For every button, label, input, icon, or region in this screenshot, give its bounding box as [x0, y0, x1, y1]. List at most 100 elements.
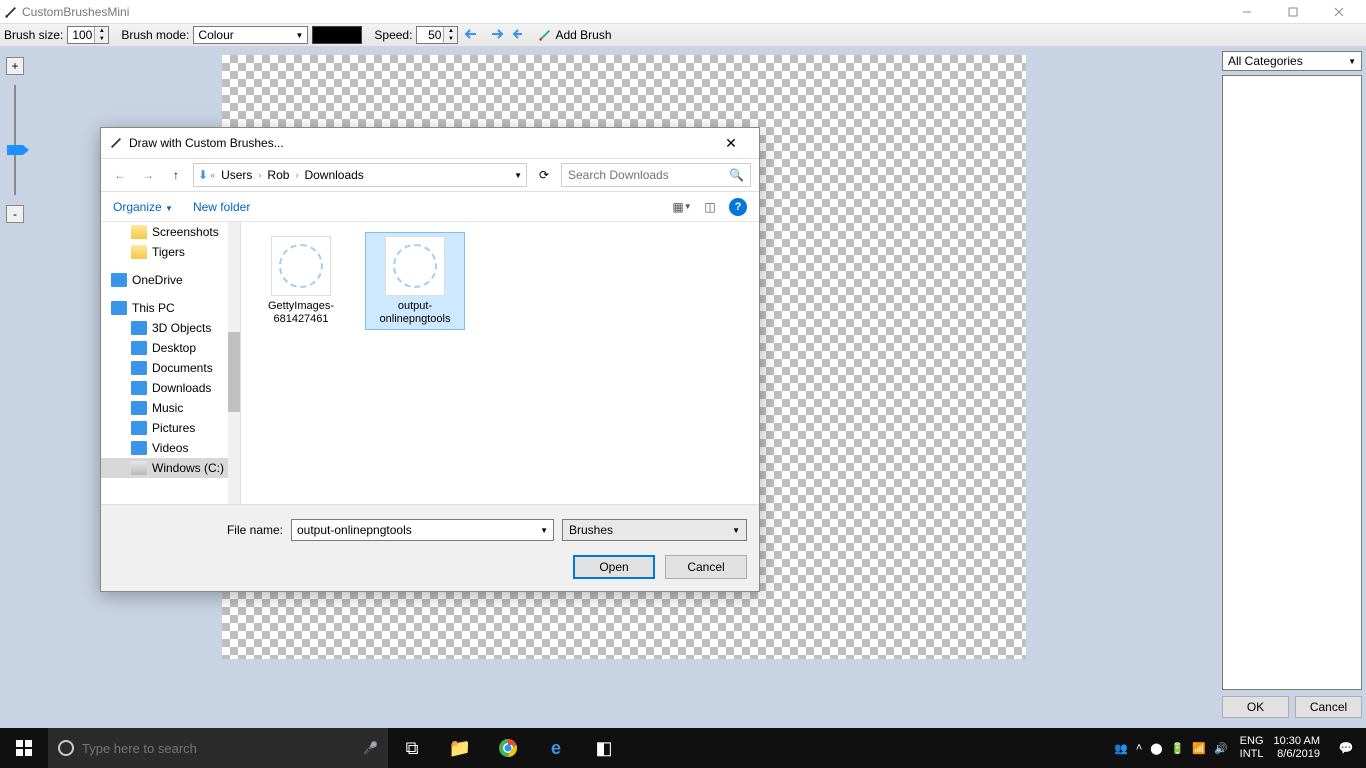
pic-icon — [131, 421, 147, 435]
new-folder-button[interactable]: New folder — [193, 200, 250, 214]
close-button[interactable] — [1316, 0, 1362, 23]
maximize-button[interactable] — [1270, 0, 1316, 23]
wifi-icon[interactable]: 📶 — [1192, 742, 1206, 755]
clock[interactable]: 10:30 AM8/6/2019 — [1268, 735, 1326, 761]
tree-item[interactable]: Documents — [101, 358, 240, 378]
tree-item[interactable]: Windows (C:) — [101, 458, 240, 478]
tree-item-label: Desktop — [152, 341, 196, 355]
tree-item[interactable]: Screenshots — [101, 222, 240, 242]
brush-panel: All Categories▼ OK Cancel — [1222, 51, 1362, 718]
add-brush-button[interactable]: Add Brush — [534, 28, 615, 42]
mic-icon[interactable]: 🎤 — [363, 741, 378, 755]
tree-item-label: Music — [152, 401, 183, 415]
windows-taskbar: 🎤 ⧉ 📁 e ◧ 👥 ˄ ⬤ 🔋 📶 🔊 ENGINTL 10:30 AM8/… — [0, 728, 1366, 768]
edge-button[interactable]: e — [532, 728, 580, 768]
refresh-button[interactable]: ⟳ — [533, 164, 555, 186]
tree-item-label: Screenshots — [152, 225, 219, 239]
tree-item[interactable]: 3D Objects — [101, 318, 240, 338]
folder-icon — [131, 245, 147, 259]
dialog-close-button[interactable]: ✕ — [711, 130, 751, 156]
blue-icon — [131, 341, 147, 355]
drive-icon — [131, 461, 147, 475]
speed-label: Speed: — [374, 28, 412, 42]
vid-icon — [131, 441, 147, 455]
redo-button[interactable] — [486, 25, 506, 45]
category-select[interactable]: All Categories▼ — [1222, 51, 1362, 71]
filename-label: File name: — [113, 523, 283, 537]
app-toolbar: Brush size: ▲▼ Brush mode: Colour▼ Speed… — [0, 23, 1366, 47]
tree-item-label: This PC — [132, 301, 175, 315]
3d-icon — [131, 321, 147, 335]
breadcrumb-bar[interactable]: ⬇ « Users› Rob› Downloads ▼ — [193, 163, 527, 187]
file-open-dialog: Draw with Custom Brushes... ✕ ← → ↑ ⬇ « … — [100, 127, 760, 592]
file-item[interactable]: GettyImages-681427461 — [251, 232, 351, 330]
system-tray[interactable]: 👥 ˄ ⬤ 🔋 📶 🔊 — [1106, 742, 1236, 755]
start-button[interactable] — [0, 728, 48, 768]
task-view-button[interactable]: ⧉ — [388, 728, 436, 768]
ok-button[interactable]: OK — [1222, 696, 1289, 718]
tree-item[interactable]: Pictures — [101, 418, 240, 438]
brush-mode-label: Brush mode: — [121, 28, 189, 42]
brush-list[interactable] — [1222, 75, 1362, 690]
tree-item[interactable]: OneDrive — [101, 270, 240, 290]
brush-mode-select[interactable]: Colour▼ — [193, 26, 308, 44]
folder-tree[interactable]: Screenshots Tigers OneDrive This PC 3D Objec… — [101, 222, 241, 504]
dialog-cancel-button[interactable]: Cancel — [665, 555, 747, 579]
language-indicator[interactable]: ENGINTL — [1236, 735, 1268, 761]
tree-item[interactable]: Desktop — [101, 338, 240, 358]
nav-back-button[interactable]: ← — [109, 164, 131, 186]
file-explorer-button[interactable]: 📁 — [436, 728, 484, 768]
tree-item-label: OneDrive — [132, 273, 183, 287]
tray-chevron-icon[interactable]: ˄ — [1136, 742, 1142, 754]
search-icon: 🔍 — [729, 168, 744, 182]
organize-menu[interactable]: Organize ▼ — [113, 200, 173, 214]
file-name-label: output-onlinepngtools — [369, 300, 461, 326]
taskbar-search[interactable]: 🎤 — [48, 728, 388, 768]
vertical-slider[interactable] — [6, 85, 24, 195]
tree-item-label: 3D Objects — [152, 321, 211, 335]
speed-input[interactable]: ▲▼ — [416, 26, 458, 44]
swap-button[interactable] — [510, 25, 530, 45]
dialog-title: Draw with Custom Brushes... — [129, 136, 284, 150]
pc-icon — [111, 301, 127, 315]
security-icon[interactable]: ⬤ — [1150, 742, 1162, 755]
tree-item[interactable]: Music — [101, 398, 240, 418]
battery-icon[interactable]: 🔋 — [1171, 742, 1185, 755]
color-swatch[interactable] — [312, 26, 362, 44]
plus-button[interactable]: + — [6, 57, 24, 75]
nav-up-button[interactable]: ↑ — [165, 164, 187, 186]
filename-input[interactable]: ▼ — [291, 519, 554, 541]
app-titlebar: CustomBrushesMini — [0, 0, 1366, 23]
search-box[interactable]: 🔍 — [561, 163, 751, 187]
tree-item-label: Downloads — [152, 381, 211, 395]
cancel-button[interactable]: Cancel — [1295, 696, 1362, 718]
brush-size-input[interactable]: ▲▼ — [67, 26, 109, 44]
main-area: + - All Categories▼ OK Cancel Draw with … — [0, 47, 1366, 728]
tree-item[interactable]: Videos — [101, 438, 240, 458]
preview-pane-button[interactable]: ◫ — [701, 198, 719, 216]
file-list[interactable]: GettyImages-681427461 output-onlinepngtoo… — [241, 222, 759, 504]
onedrive-icon — [111, 273, 127, 287]
down-icon — [131, 381, 147, 395]
tree-item[interactable]: Tigers — [101, 242, 240, 262]
tree-item-label: Videos — [152, 441, 188, 455]
people-icon[interactable]: 👥 — [1114, 742, 1128, 755]
file-item[interactable]: output-onlinepngtools — [365, 232, 465, 330]
app-title: CustomBrushesMini — [22, 5, 129, 19]
down-arrow-icon: ⬇ — [198, 168, 208, 182]
view-mode-button[interactable]: ▦ ▼ — [673, 198, 691, 216]
left-tool-panel: + - — [6, 57, 26, 233]
tree-item[interactable]: This PC — [101, 298, 240, 318]
minimize-button[interactable] — [1224, 0, 1270, 23]
tree-item[interactable]: Downloads — [101, 378, 240, 398]
undo-button[interactable] — [462, 25, 482, 45]
notification-button[interactable]: 💬 — [1326, 728, 1366, 768]
file-filter-select[interactable]: Brushes▼ — [562, 519, 747, 541]
minus-button[interactable]: - — [6, 205, 24, 223]
open-button[interactable]: Open — [573, 555, 655, 579]
volume-icon[interactable]: 🔊 — [1214, 742, 1228, 755]
app-taskbar-button[interactable]: ◧ — [580, 728, 628, 768]
chrome-button[interactable] — [484, 728, 532, 768]
help-button[interactable]: ? — [729, 198, 747, 216]
nav-forward-button[interactable]: → — [137, 164, 159, 186]
